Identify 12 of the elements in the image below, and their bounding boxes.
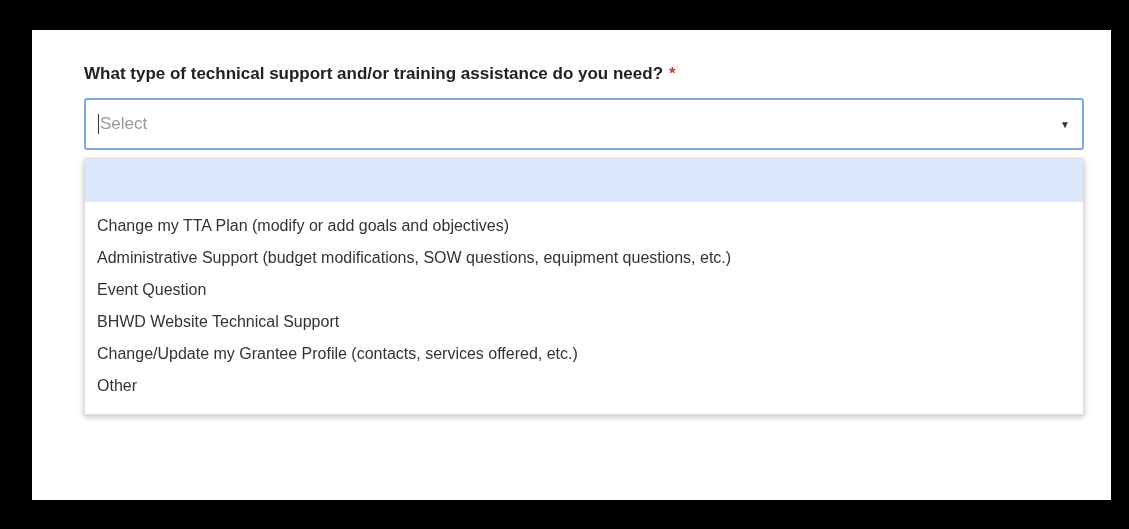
dropdown-option[interactable]: Event Question [85,274,1083,306]
dropdown-option[interactable]: Change/Update my Grantee Profile (contacts, services offered, etc.) [85,338,1083,370]
required-mark: * [669,64,676,83]
question-label: What type of technical support and/or training assistance do you need? * [84,64,677,84]
dropdown-option[interactable]: Change my TTA Plan (modify or add goals and objectives) [85,210,1083,242]
blank-option[interactable] [85,159,1083,202]
caret-icon: ▼ [1060,118,1070,130]
select-placeholder: Select [98,114,148,134]
select-field[interactable]: Select ▼ [84,98,1084,150]
dropdown-option[interactable]: Other [85,370,1083,402]
dropdown-option[interactable]: Administrative Support (budget modifications, SOW questions, equipment questions, etc.) [85,242,1083,274]
dropdown-option[interactable]: BHWD Website Technical Support [85,306,1083,338]
